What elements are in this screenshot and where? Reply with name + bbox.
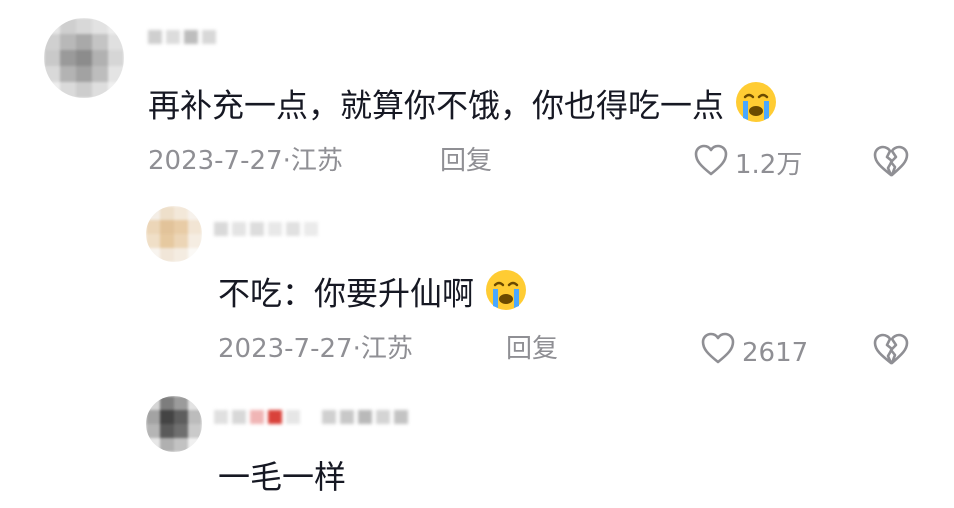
avatar[interactable] bbox=[44, 18, 124, 98]
username-blurred[interactable] bbox=[214, 410, 408, 424]
reply-button[interactable]: 回复 bbox=[506, 331, 558, 367]
comment-location: 江苏 bbox=[360, 334, 413, 364]
avatar[interactable] bbox=[146, 396, 202, 452]
comment-date: 2023-7-27 bbox=[218, 334, 353, 364]
heart-outline-icon bbox=[693, 143, 729, 187]
like-count: 1.2万 bbox=[735, 150, 803, 180]
comment-date: 2023-7-27 bbox=[148, 146, 283, 176]
reply-button[interactable]: 回复 bbox=[440, 143, 492, 179]
loudly-crying-face-icon bbox=[484, 268, 528, 323]
comment-text: 不吃：你要升仙啊 bbox=[218, 268, 528, 323]
comment-text: 再补充一点，就算你不饿，你也得吃一点 bbox=[148, 80, 778, 135]
username-blurred[interactable] bbox=[214, 222, 318, 236]
broken-heart-icon bbox=[872, 333, 910, 371]
username-blurred[interactable] bbox=[148, 30, 216, 44]
like-button[interactable]: 2617 bbox=[700, 331, 808, 375]
like-button[interactable]: 1.2万 bbox=[693, 143, 802, 187]
comment-text: 一毛一样 bbox=[218, 458, 347, 496]
like-count: 2617 bbox=[742, 338, 809, 368]
comment-location: 江苏 bbox=[290, 146, 343, 176]
dislike-button[interactable] bbox=[872, 143, 910, 183]
avatar[interactable] bbox=[146, 206, 202, 262]
loudly-crying-face-icon bbox=[734, 80, 778, 135]
heart-outline-icon bbox=[700, 331, 736, 375]
comment-meta: 2023-7-27·江苏 bbox=[148, 146, 343, 176]
dislike-button[interactable] bbox=[872, 331, 910, 371]
broken-heart-icon bbox=[872, 145, 910, 183]
comment-meta: 2023-7-27·江苏 bbox=[218, 334, 413, 364]
